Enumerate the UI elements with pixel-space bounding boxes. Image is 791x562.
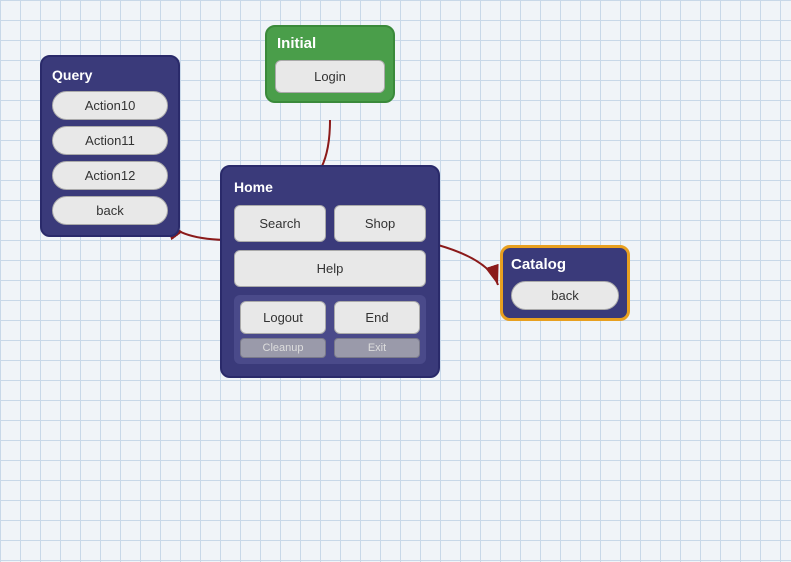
home-sub-btn-row: Cleanup Exit xyxy=(240,338,420,358)
home-help-row: Help xyxy=(234,250,426,287)
catalog-back-button[interactable]: back xyxy=(511,281,619,310)
home-bottom-section: Logout End Cleanup Exit xyxy=(234,295,426,364)
cleanup-button[interactable]: Cleanup xyxy=(240,338,326,358)
home-title: Home xyxy=(234,179,426,195)
catalog-title: Catalog xyxy=(511,256,619,273)
exit-button[interactable]: Exit xyxy=(334,338,420,358)
query-back-button[interactable]: back xyxy=(52,196,168,225)
logout-button[interactable]: Logout xyxy=(240,301,326,334)
home-state-box: Home Search Shop Help Logout End Cleanup… xyxy=(220,165,440,378)
query-title: Query xyxy=(52,67,168,83)
query-state-box: Query Action10 Action11 Action12 back xyxy=(40,55,180,237)
help-button[interactable]: Help xyxy=(234,250,426,287)
login-button[interactable]: Login xyxy=(275,60,385,93)
home-top-row: Search Shop xyxy=(234,205,426,242)
home-bottom-btn-row: Logout End xyxy=(240,301,420,334)
action10-button[interactable]: Action10 xyxy=(52,91,168,120)
search-button[interactable]: Search xyxy=(234,205,326,242)
action11-button[interactable]: Action11 xyxy=(52,126,168,155)
action12-button[interactable]: Action12 xyxy=(52,161,168,190)
catalog-state-box: Catalog back xyxy=(500,245,630,321)
end-button[interactable]: End xyxy=(334,301,420,334)
shop-button[interactable]: Shop xyxy=(334,205,426,242)
initial-title: Initial xyxy=(275,35,385,52)
initial-state-box: Initial Login xyxy=(265,25,395,103)
